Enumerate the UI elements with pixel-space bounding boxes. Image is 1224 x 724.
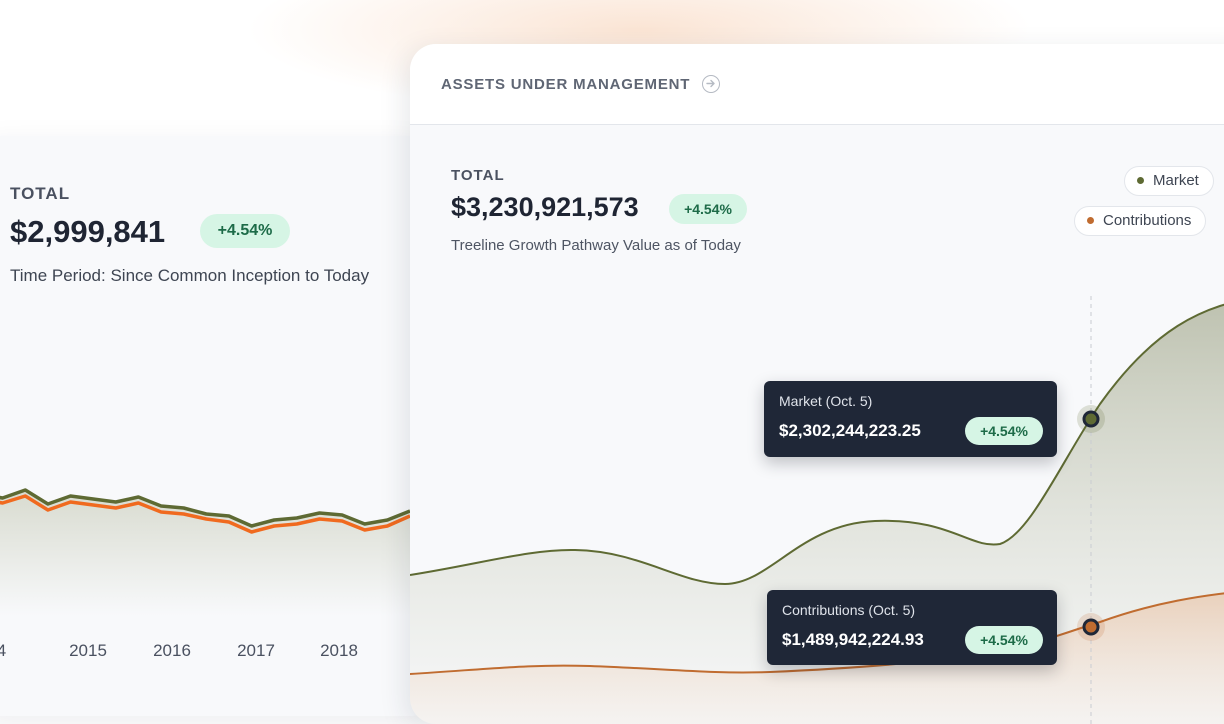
tooltip-change-badge: +4.54% [965,626,1043,654]
x-axis-ticks: 01420152016201720182 [0,641,427,660]
performance-card: TOTAL $2,999,841 +4.54% Time Period: Sin… [0,136,430,716]
tooltip-change-badge: +4.54% [965,417,1043,445]
aum-card: ASSETS UNDER MANAGEMENT TOTAL $3,230,921… [410,44,1224,724]
market-marker [1082,410,1100,428]
x-tick-label: 014 [0,641,6,660]
tooltip-value: $1,489,942,224.93 [782,630,924,649]
market-tooltip: Market (Oct. 5) $2,302,244,223.25 +4.54% [764,381,1057,457]
x-tick-label: 2017 [237,641,275,660]
x-tick-label: 2016 [153,641,191,660]
contributions-marker [1082,618,1100,636]
contributions-tooltip: Contributions (Oct. 5) $1,489,942,224.93… [767,590,1057,665]
tooltip-value: $2,302,244,223.25 [779,421,921,440]
tooltip-label: Contributions (Oct. 5) [782,602,916,618]
x-tick-label: 2015 [69,641,107,660]
performance-line-chart[interactable]: 01420152016201720182 [0,136,430,716]
x-tick-label: 2018 [320,641,358,660]
tooltip-label: Market (Oct. 5) [779,393,873,409]
performance-area [0,490,410,616]
